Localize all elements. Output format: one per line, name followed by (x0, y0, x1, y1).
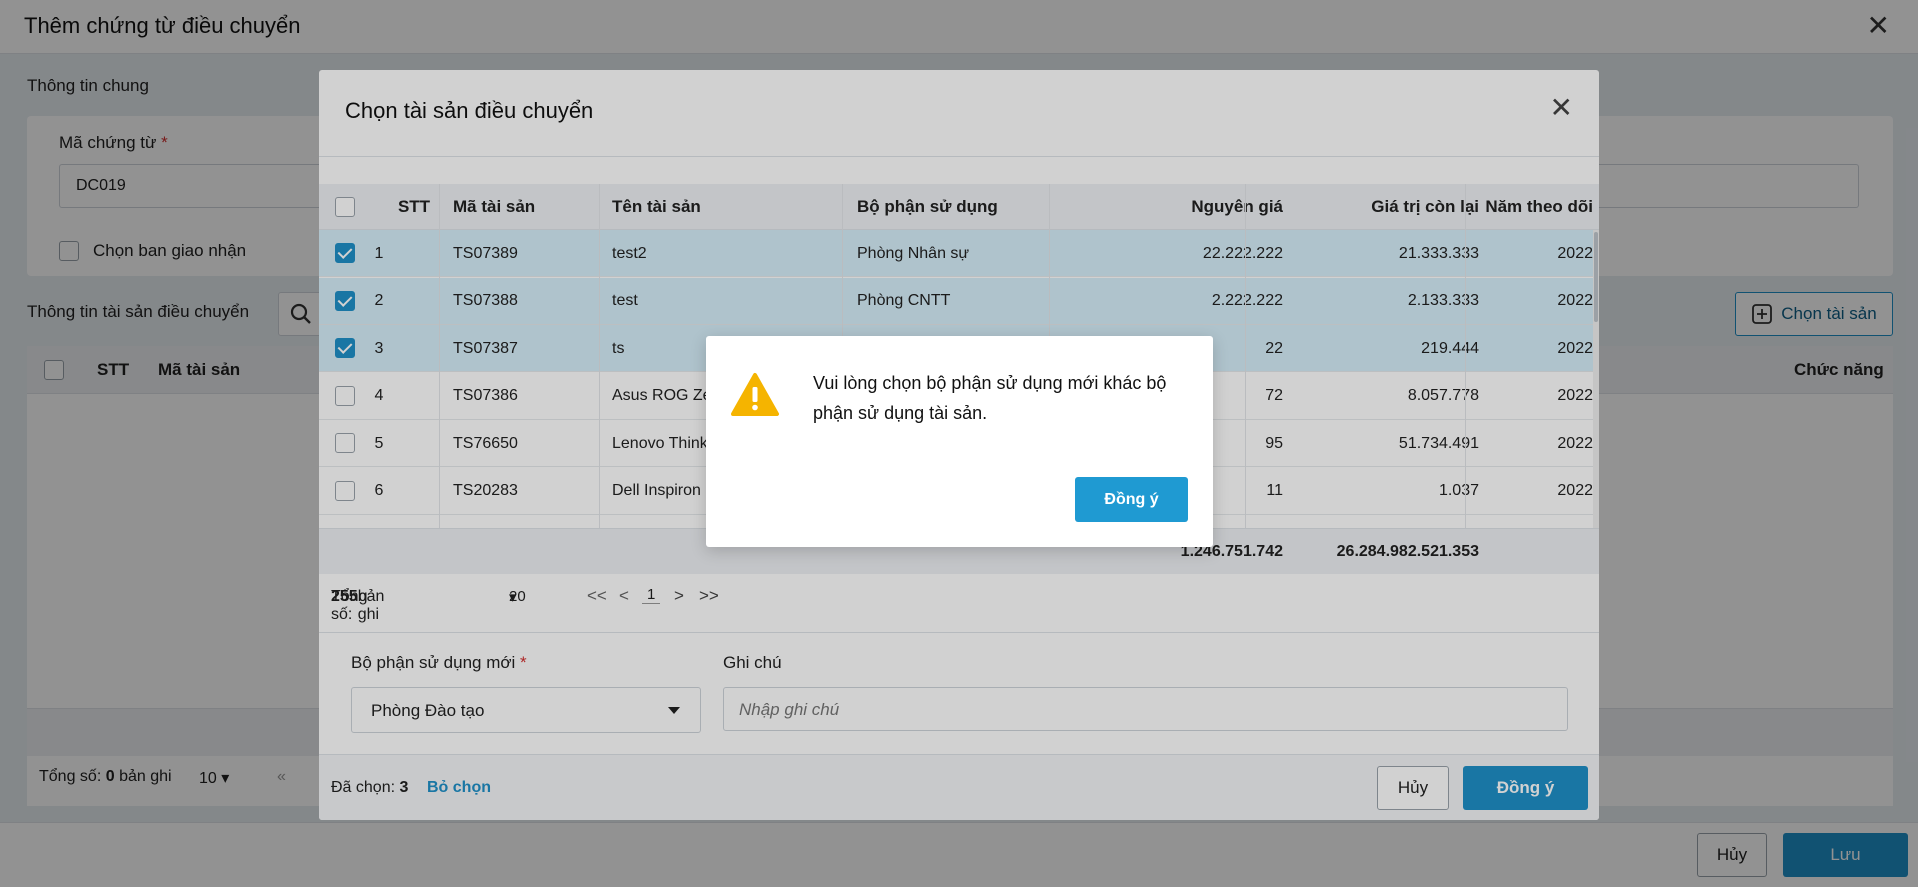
alert-confirm-button[interactable]: Đồng ý (1075, 477, 1188, 522)
warning-alert-dialog: Vui lòng chọn bộ phận sử dụng mới khác b… (706, 336, 1213, 547)
alert-message: Vui lòng chọn bộ phận sử dụng mới khác b… (813, 373, 1167, 423)
warning-icon (731, 373, 779, 416)
